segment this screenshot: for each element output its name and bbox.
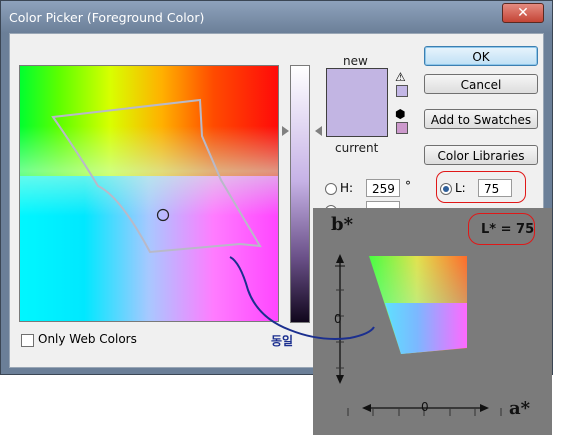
annotation-connector-line [229,256,375,340]
